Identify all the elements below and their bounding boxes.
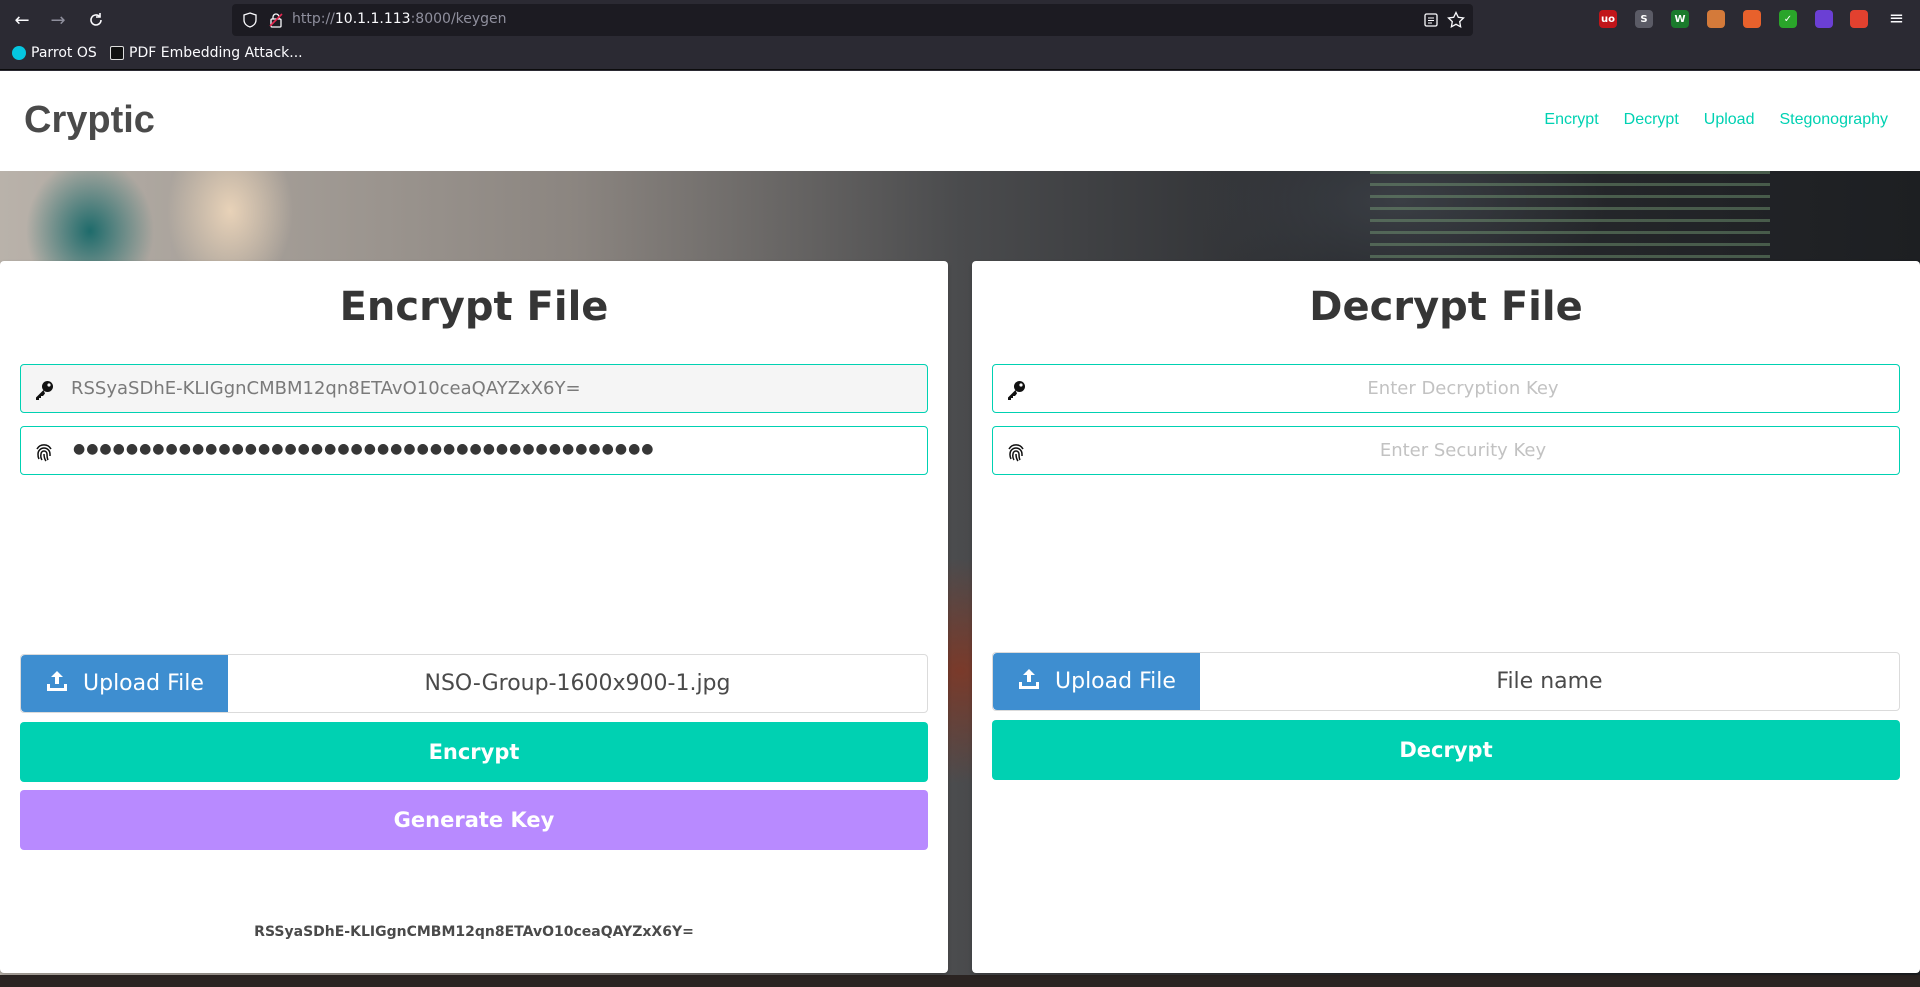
bookmark-label: PDF Embedding Attack...: [129, 45, 303, 61]
back-icon[interactable]: ←: [10, 8, 34, 32]
upload-label: Upload File: [83, 671, 204, 696]
nav-encrypt[interactable]: Encrypt: [1544, 111, 1598, 129]
bookmark-label: Parrot OS: [31, 45, 97, 61]
fingerprint-icon: [1005, 441, 1027, 463]
decrypt-upload-button[interactable]: Upload File: [993, 653, 1200, 710]
fingerprint-icon: [33, 441, 55, 463]
extension-s-icon[interactable]: S: [1635, 10, 1653, 28]
encrypt-file-name: NSO-Group-1600x900-1.jpg: [424, 671, 731, 696]
hero-monitor-code: [1370, 171, 1770, 261]
bookmark-star-icon[interactable]: [1447, 10, 1465, 33]
extension-hackbar-icon[interactable]: [1850, 10, 1868, 28]
pdf-site-icon: [110, 46, 124, 60]
extension-w-icon[interactable]: W: [1671, 10, 1689, 28]
nav-upload[interactable]: Upload: [1704, 111, 1755, 129]
nav-decrypt[interactable]: Decrypt: [1624, 111, 1679, 129]
nav-stegonography[interactable]: Stegonography: [1779, 111, 1888, 129]
encrypt-button[interactable]: Encrypt: [20, 722, 928, 782]
decrypt-security-key-field[interactable]: [992, 426, 1900, 475]
upload-icon: [1017, 667, 1041, 697]
decrypt-title: Decrypt File: [1309, 284, 1583, 330]
reader-view-icon[interactable]: [1423, 12, 1439, 32]
bookmark-parrot-os[interactable]: Parrot OS: [12, 45, 97, 61]
url-path: :8000/keygen: [410, 11, 507, 27]
tracking-shield-icon[interactable]: [242, 12, 258, 32]
upload-icon: [45, 669, 69, 699]
security-key-field[interactable]: ●●●●●●●●●●●●●●●●●●●●●●●●●●●●●●●●●●●●●●●●…: [20, 426, 928, 475]
reload-icon[interactable]: [84, 8, 108, 32]
insecure-lock-icon[interactable]: [268, 12, 284, 32]
key-icon: [1005, 379, 1027, 401]
site-nav: Encrypt Decrypt Upload Stegonography: [1544, 111, 1888, 129]
generate-key-button[interactable]: Generate Key: [20, 790, 928, 850]
url-scheme: http://: [292, 11, 335, 27]
upload-label: Upload File: [1055, 669, 1176, 694]
web-page: Cryptic Encrypt Decrypt Upload Stegonogr…: [0, 71, 1920, 987]
forward-icon[interactable]: →: [46, 8, 70, 32]
encrypt-upload-button[interactable]: Upload File: [21, 655, 228, 712]
cookie-icon[interactable]: [1707, 10, 1725, 28]
parrot-icon: [12, 46, 26, 60]
decryption-key-field[interactable]: [992, 364, 1900, 413]
site-brand[interactable]: Cryptic: [24, 99, 155, 142]
hero-bottom-strip: [0, 975, 1920, 987]
foxyproxy-icon[interactable]: [1743, 10, 1761, 28]
decrypt-card: Decrypt File Upload File File name Decry…: [972, 261, 1920, 973]
bookmarks-bar: Parrot OS PDF Embedding Attack...: [0, 40, 1920, 70]
url-text[interactable]: http://10.1.1.113:8000/keygen: [292, 11, 507, 27]
site-header: Cryptic Encrypt Decrypt Upload Stegonogr…: [0, 71, 1920, 171]
encrypt-title: Encrypt File: [339, 284, 609, 330]
decrypt-file-name: File name: [1496, 669, 1603, 694]
encrypt-card: Encrypt File ●●●●●●●●●●●●●●●●●●●●●●●●●●●…: [0, 261, 948, 973]
decrypt-security-key-input[interactable]: [1043, 427, 1883, 474]
extension-purple-icon[interactable]: [1815, 10, 1833, 28]
address-bar[interactable]: http://10.1.1.113:8000/keygen: [232, 4, 1473, 36]
encrypt-file-upload[interactable]: Upload File NSO-Group-1600x900-1.jpg: [20, 654, 928, 713]
url-host: 10.1.1.113: [334, 11, 411, 27]
encryption-key-field[interactable]: [20, 364, 928, 413]
ublock-icon[interactable]: uo: [1599, 10, 1617, 28]
decrypt-button[interactable]: Decrypt: [992, 720, 1900, 780]
check-icon[interactable]: ✓: [1779, 10, 1797, 28]
security-key-masked-value[interactable]: ●●●●●●●●●●●●●●●●●●●●●●●●●●●●●●●●●●●●●●●●…: [73, 441, 655, 457]
browser-toolbar: ← → http://10.1.1.113:8000/keygen uo S W ✓ …: [0, 0, 1920, 40]
encryption-key-input[interactable]: [71, 365, 911, 412]
key-icon: [33, 379, 55, 401]
bookmark-pdf-embedding[interactable]: PDF Embedding Attack...: [110, 45, 303, 61]
hamburger-menu-icon[interactable]: ≡: [1889, 8, 1904, 29]
decryption-key-input[interactable]: [1043, 365, 1883, 412]
decrypt-file-upload[interactable]: Upload File File name: [992, 652, 1900, 711]
generated-key-output: RSSyaSDhE-KLIGgnCMBM12qn8ETAvO10ceaQAYZx…: [254, 924, 694, 940]
